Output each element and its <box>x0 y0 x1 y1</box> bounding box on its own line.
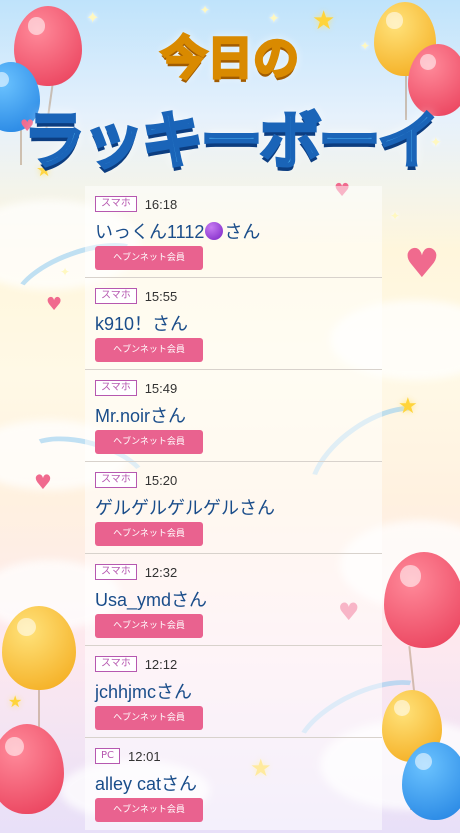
visit-time: 15:20 <box>144 472 178 488</box>
list-item: スマホ 15:20 ゲルゲルゲルゲルさん ヘブンネット会員 <box>85 462 382 554</box>
user-name[interactable]: jchhjmcさん <box>95 678 192 704</box>
lucky-boy-logo: 今日の ラッキーボーイ <box>0 22 460 192</box>
heaven-net-member-button[interactable]: ヘブンネット会員 <box>95 246 203 270</box>
star-icon: ★ <box>398 394 418 419</box>
red-balloon <box>0 724 64 814</box>
device-badge: スマホ <box>95 288 137 304</box>
visit-time: 15:55 <box>144 288 178 304</box>
heaven-net-member-button[interactable]: ヘブンネット会員 <box>95 614 203 638</box>
red-balloon <box>384 552 460 648</box>
blue-balloon <box>402 742 460 820</box>
list-item: スマホ 12:12 jchhjmcさん ヘブンネット会員 <box>85 646 382 738</box>
purple-circle-icon <box>205 222 224 240</box>
star-icon: ★ <box>8 692 23 711</box>
user-name[interactable]: alley catさん <box>95 770 197 796</box>
heart-icon: ♥ <box>46 294 63 315</box>
user-name[interactable]: k910！さん <box>95 310 188 336</box>
heaven-net-member-button[interactable]: ヘブンネット会員 <box>95 706 203 730</box>
user-name[interactable]: いっくん1112 さん <box>95 218 260 244</box>
visit-time: 12:32 <box>144 564 178 580</box>
yellow-balloon <box>2 606 76 690</box>
user-name[interactable]: Usa_ymdさん <box>95 586 207 612</box>
heaven-net-member-button[interactable]: ヘブンネット会員 <box>95 338 203 362</box>
user-name[interactable]: Mr.noirさん <box>95 402 186 428</box>
device-badge: スマホ <box>95 380 137 396</box>
device-badge: スマホ <box>95 196 137 212</box>
list-item: スマホ 15:49 Mr.noirさん ヘブンネット会員 <box>85 370 382 462</box>
lucky-boy-list: スマホ 16:18 いっくん1112 さん ヘブンネット会員 スマホ 15:55 k9… <box>85 186 382 830</box>
device-badge: スマホ <box>95 472 137 488</box>
device-badge: スマホ <box>95 564 137 580</box>
device-badge: PC <box>95 748 121 764</box>
heart-icon: ♥ <box>34 470 52 494</box>
heaven-net-member-button[interactable]: ヘブンネット会員 <box>95 798 203 822</box>
list-item: スマホ 16:18 いっくん1112 さん ヘブンネット会員 <box>85 186 382 278</box>
list-item: スマホ 12:32 Usa_ymdさん ヘブンネット会員 <box>85 554 382 646</box>
visit-time: 16:18 <box>144 196 178 212</box>
list-item: PC 12:01 alley catさん ヘブンネット会員 <box>85 738 382 830</box>
visit-time: 12:12 <box>144 656 178 672</box>
logo-title-line2: ラッキーボーイ <box>22 103 441 179</box>
list-item: スマホ 15:55 k910！さん ヘブンネット会員 <box>85 278 382 370</box>
heart-icon: ♥ <box>404 241 440 287</box>
user-name-suffix: さん <box>224 222 261 242</box>
visit-time: 12:01 <box>128 748 161 764</box>
logo-title-line1: 今日の <box>160 30 301 87</box>
user-name-text: いっくん1112 <box>95 222 205 242</box>
user-name[interactable]: ゲルゲルゲルゲルさん <box>95 494 275 520</box>
heaven-net-member-button[interactable]: ヘブンネット会員 <box>95 522 203 546</box>
device-badge: スマホ <box>95 656 137 672</box>
visit-time: 15:49 <box>144 380 178 396</box>
heaven-net-member-button[interactable]: ヘブンネット会員 <box>95 430 203 454</box>
